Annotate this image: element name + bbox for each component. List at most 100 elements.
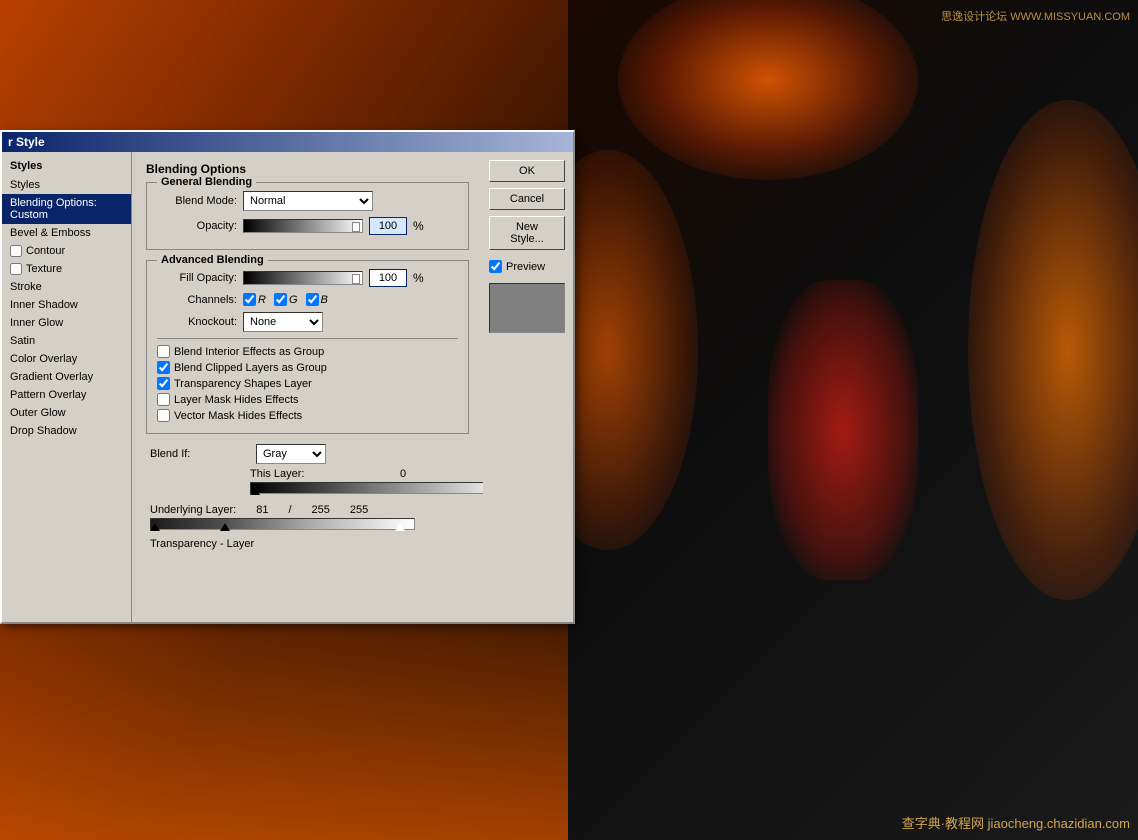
sidebar-item-outer-glow[interactable]: Outer Glow xyxy=(2,404,131,422)
knockout-label: Knockout: xyxy=(157,316,237,328)
underlying-layer-slider[interactable] xyxy=(150,518,415,530)
blending-options-title: Blending Options xyxy=(146,162,469,176)
dialog-buttons: OK Cancel New Style... Preview xyxy=(483,152,573,622)
this-layer-slider[interactable] xyxy=(250,482,483,494)
sidebar-item-color-overlay[interactable]: Color Overlay xyxy=(2,350,131,368)
sidebar-item-styles[interactable]: Styles xyxy=(2,176,131,194)
sidebar-item-contour[interactable]: Contour xyxy=(2,242,131,260)
preview-checkbox-row: Preview xyxy=(489,260,567,273)
channel-g-check[interactable]: G xyxy=(274,293,298,306)
channel-g-checkbox[interactable] xyxy=(274,293,287,306)
styles-panel-header[interactable]: Styles xyxy=(2,156,131,176)
channel-b-checkbox[interactable] xyxy=(306,293,319,306)
check-layer-mask: Layer Mask Hides Effects xyxy=(157,393,458,406)
cancel-button[interactable]: Cancel xyxy=(489,188,565,210)
sidebar-item-drop-shadow[interactable]: Drop Shadow xyxy=(2,422,131,440)
fire-left-glow xyxy=(568,150,698,550)
sidebar-item-satin[interactable]: Satin xyxy=(2,332,131,350)
transparency-shapes-checkbox[interactable] xyxy=(157,377,170,390)
channel-g-label: G xyxy=(289,294,298,306)
sidebar-item-bevel-emboss[interactable]: Bevel & Emboss xyxy=(2,224,131,242)
check-blend-clipped: Blend Clipped Layers as Group xyxy=(157,361,458,374)
channels-checkboxes: R G B xyxy=(243,293,328,306)
general-blending-box: General Blending Blend Mode: Normal Diss… xyxy=(146,182,469,250)
blend-if-section: Blend If: Gray Red Green Blue This Layer… xyxy=(146,444,469,550)
fill-opacity-slider[interactable] xyxy=(243,271,363,285)
red-shirt-highlight xyxy=(768,280,918,580)
underlying-layer-section: Underlying Layer: 81 / 255 255 xyxy=(150,504,465,530)
underlying-separator: / xyxy=(288,504,291,516)
this-layer-val1: 0 xyxy=(400,468,406,480)
channels-row: Channels: R G B xyxy=(157,293,458,306)
transparency-shapes-label: Transparency Shapes Layer xyxy=(174,378,312,390)
preview-label: Preview xyxy=(506,261,545,273)
underlying-handle-left[interactable] xyxy=(150,523,160,531)
sidebar-item-gradient-overlay[interactable]: Gradient Overlay xyxy=(2,368,131,386)
styles-panel: Styles Styles Blending Options: Custom B… xyxy=(2,152,132,622)
underlying-layer-header: Underlying Layer: 81 / 255 255 xyxy=(150,504,465,516)
underlying-handle-split[interactable] xyxy=(220,523,230,531)
fill-opacity-percent: % xyxy=(413,271,424,285)
sidebar-item-texture[interactable]: Texture xyxy=(2,260,131,278)
underlying-val2: 255 xyxy=(312,504,330,516)
layer-style-dialog: r Style Styles Styles Blending Options: … xyxy=(0,130,575,624)
underlying-val1: 81 xyxy=(256,504,268,516)
sidebar-item-inner-glow[interactable]: Inner Glow xyxy=(2,314,131,332)
fill-opacity-input[interactable] xyxy=(369,269,407,287)
opacity-slider[interactable] xyxy=(243,219,363,233)
fire-right-glow xyxy=(968,100,1138,600)
blend-mode-label: Blend Mode: xyxy=(157,195,237,207)
channels-label: Channels: xyxy=(157,294,237,306)
contour-checkbox[interactable] xyxy=(10,245,22,257)
channel-r-checkbox[interactable] xyxy=(243,293,256,306)
channel-r-check[interactable]: R xyxy=(243,293,266,306)
preview-checkbox[interactable] xyxy=(489,260,502,273)
advanced-blending-title: Advanced Blending xyxy=(157,254,268,266)
blend-if-select[interactable]: Gray Red Green Blue xyxy=(256,444,326,464)
underlying-handle-right[interactable] xyxy=(395,523,405,531)
watermark-bottom: 查字典·教程网 jiaocheng.chazidian.com xyxy=(902,813,1130,832)
preview-box xyxy=(489,283,565,333)
transparency-layer-label: Transparency - Layer xyxy=(150,538,465,550)
sidebar-item-pattern-overlay[interactable]: Pattern Overlay xyxy=(2,386,131,404)
dialog-body: Styles Styles Blending Options: Custom B… xyxy=(2,152,573,622)
this-layer-label: This Layer: xyxy=(250,468,304,480)
channel-b-label: B xyxy=(321,294,328,306)
fill-opacity-slider-container xyxy=(243,271,363,285)
blend-interior-label: Blend Interior Effects as Group xyxy=(174,346,324,358)
underlying-slider-container xyxy=(150,518,420,530)
layer-mask-checkbox[interactable] xyxy=(157,393,170,406)
fire-top-glow xyxy=(618,0,918,180)
opacity-row: Opacity: % xyxy=(157,217,458,235)
divider-1 xyxy=(157,338,458,339)
general-blending-title: General Blending xyxy=(157,176,256,188)
blend-mode-select[interactable]: Normal Dissolve Darken Multiply xyxy=(243,191,373,211)
watermark-top: 思逸设计论坛 WWW.MISSYUAN.COM xyxy=(941,8,1130,24)
check-transparency-shapes: Transparency Shapes Layer xyxy=(157,377,458,390)
knockout-select[interactable]: None Shallow Deep xyxy=(243,312,323,332)
opacity-percent: % xyxy=(413,219,424,233)
opacity-input[interactable] xyxy=(369,217,407,235)
fill-opacity-row: Fill Opacity: % xyxy=(157,269,458,287)
ok-button[interactable]: OK xyxy=(489,160,565,182)
texture-checkbox[interactable] xyxy=(10,263,22,275)
opacity-slider-container xyxy=(243,219,363,233)
this-layer-handle-left[interactable] xyxy=(250,487,260,495)
blend-if-row: Blend If: Gray Red Green Blue xyxy=(150,444,465,464)
vector-mask-label: Vector Mask Hides Effects xyxy=(174,410,302,422)
check-vector-mask: Vector Mask Hides Effects xyxy=(157,409,458,422)
vector-mask-checkbox[interactable] xyxy=(157,409,170,422)
sidebar-item-stroke[interactable]: Stroke xyxy=(2,278,131,296)
blend-interior-checkbox[interactable] xyxy=(157,345,170,358)
blend-clipped-label: Blend Clipped Layers as Group xyxy=(174,362,327,374)
channel-b-check[interactable]: B xyxy=(306,293,328,306)
blend-clipped-checkbox[interactable] xyxy=(157,361,170,374)
advanced-blending-box: Advanced Blending Fill Opacity: % Channe… xyxy=(146,260,469,434)
this-layer-slider-container xyxy=(250,482,483,494)
new-style-button[interactable]: New Style... xyxy=(489,216,565,250)
opacity-label: Opacity: xyxy=(157,220,237,232)
check-blend-interior: Blend Interior Effects as Group xyxy=(157,345,458,358)
sidebar-item-inner-shadow[interactable]: Inner Shadow xyxy=(2,296,131,314)
main-content-area: Blending Options General Blending Blend … xyxy=(132,152,483,622)
sidebar-item-blending-options[interactable]: Blending Options: Custom xyxy=(2,194,131,224)
